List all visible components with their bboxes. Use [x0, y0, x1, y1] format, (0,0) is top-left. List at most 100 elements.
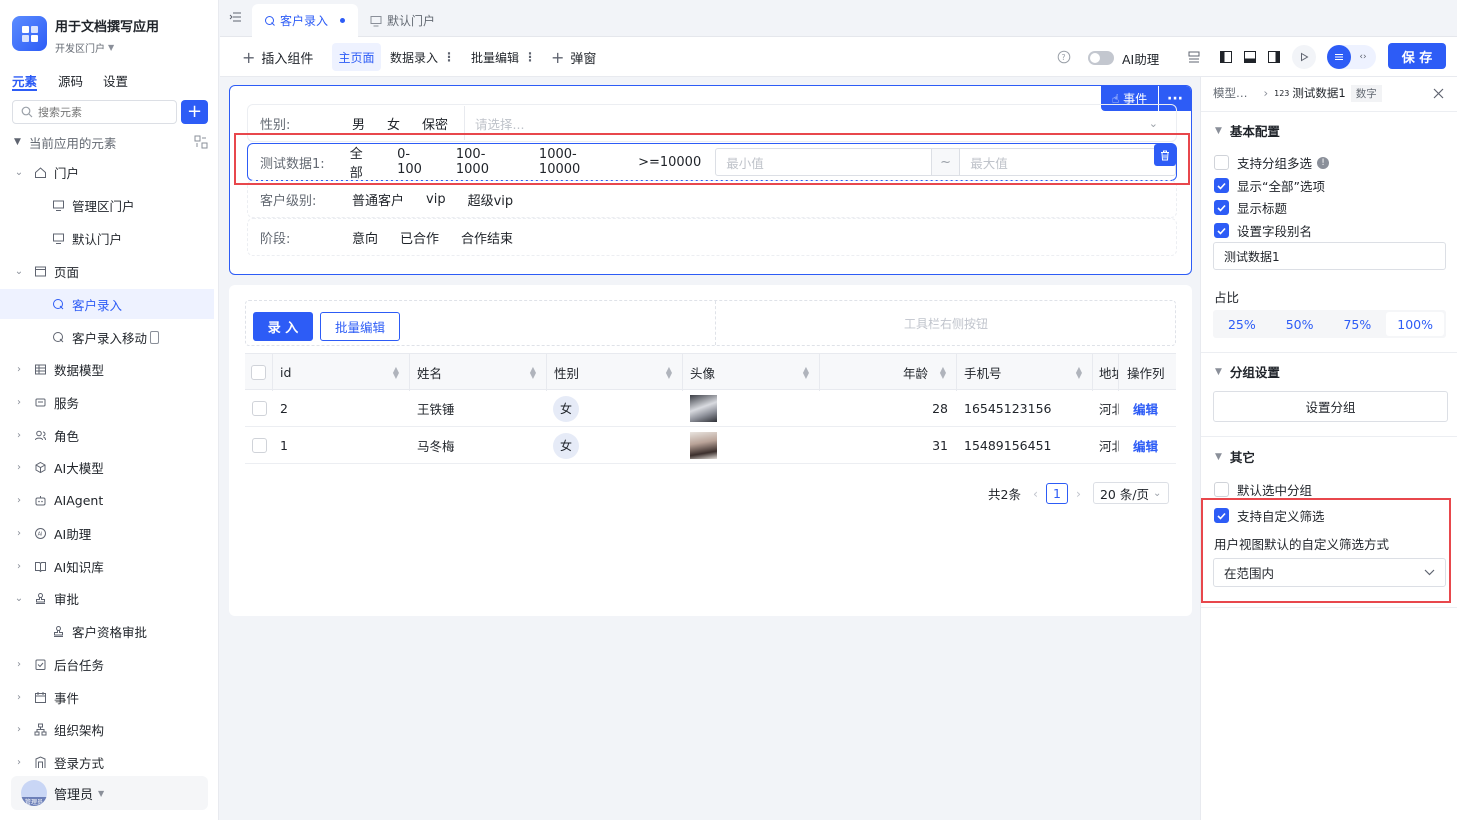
search-box[interactable] — [12, 100, 177, 124]
delete-field-button[interactable] — [1154, 144, 1176, 166]
ratio-option-selected[interactable]: 100% — [1386, 312, 1444, 336]
tree-item-org[interactable]: › 组织架构 — [0, 714, 214, 744]
filter-option[interactable]: 保密 — [422, 114, 448, 133]
set-group-button[interactable]: 设置分组 — [1213, 391, 1448, 422]
popup-button[interactable]: + 弹窗 — [551, 37, 596, 77]
tree-item-ai-knowledge[interactable]: › AI知识库 — [0, 551, 214, 581]
component-tree-icon[interactable] — [1188, 51, 1200, 63]
row-checkbox[interactable] — [251, 438, 267, 453]
option-field-alias[interactable]: 设置字段别名 — [1214, 221, 1312, 240]
tree-item-service[interactable]: › 服务 — [0, 387, 214, 417]
sort-icon[interactable]: ▲ ▼ — [666, 366, 672, 380]
row-checkbox[interactable] — [251, 401, 267, 416]
col-age[interactable]: 年龄 ▲ ▼ — [820, 354, 957, 391]
filter-component[interactable]: ☝ 事件 ··· 性别: 男 女 保密 请选择... ⌄ 测试数据1: 全部 0-1… — [229, 85, 1192, 275]
tree-item-ai-assistant[interactable]: › AI AI助理 — [0, 518, 214, 548]
layout-left-icon[interactable] — [1220, 51, 1232, 63]
tree-item-customer-entry-mobile[interactable]: 客户录入移动 — [0, 322, 214, 352]
tree-item-event[interactable]: › 事件 — [0, 682, 214, 712]
tab-settings[interactable]: 设置 — [103, 71, 128, 90]
tree-item-customer-approval[interactable]: 客户资格审批 — [0, 616, 214, 646]
preview-button[interactable] — [1292, 45, 1316, 69]
user-menu[interactable]: 管理员 管理员 ▼ — [11, 776, 208, 810]
tree-item-ai-agent[interactable]: › AIAgent — [0, 485, 214, 515]
option-show-title[interactable]: 显示标题 — [1214, 198, 1287, 217]
info-icon[interactable]: ! — [1317, 156, 1330, 169]
checkbox[interactable] — [1214, 155, 1229, 170]
filter-option[interactable]: 0-100 — [397, 147, 434, 177]
close-icon[interactable] — [1433, 88, 1444, 99]
col-avatar[interactable]: 头像 ▲ ▼ — [683, 354, 820, 391]
section-group[interactable]: ▼ 分组设置 — [1215, 362, 1280, 381]
tab-customer-entry[interactable]: 客户录入 — [252, 4, 358, 37]
save-button[interactable]: 保 存 — [1388, 43, 1446, 69]
insert-component-button[interactable]: + 插入组件 — [242, 37, 313, 77]
min-value-input[interactable]: 最小值 — [715, 148, 932, 176]
col-phone[interactable]: 手机号 ▲ ▼ — [957, 354, 1093, 391]
section-other[interactable]: ▼ 其它 — [1215, 447, 1255, 466]
table-row[interactable]: 1 马冬梅 女 31 15489156451 河北 编辑 — [245, 427, 1176, 464]
page-number[interactable]: 1 — [1045, 482, 1068, 504]
tree-item-portal[interactable]: ⌄ 门户 — [0, 157, 214, 187]
checkbox[interactable] — [1214, 482, 1229, 497]
option-default-group[interactable]: 默认选中分组 — [1214, 480, 1312, 499]
checkbox-checked[interactable] — [1214, 200, 1229, 215]
filter-option[interactable]: 1000-10000 — [539, 147, 616, 177]
option-custom-filter[interactable]: 支持自定义筛选 — [1214, 506, 1325, 525]
tree-item-data-model[interactable]: › 数据模型 — [0, 354, 214, 384]
select-all-checkbox[interactable] — [251, 365, 266, 380]
filter-option[interactable]: 合作结束 — [461, 228, 513, 247]
sort-icon[interactable]: ▲ ▼ — [803, 366, 809, 380]
page-size-select[interactable]: 20 条/页 ⌄ — [1092, 482, 1169, 504]
filter-option[interactable]: >=10000 — [638, 155, 701, 170]
tab-elements[interactable]: 元素 — [12, 71, 37, 90]
filter-option[interactable]: 100-1000 — [456, 147, 517, 177]
tree-header[interactable]: ▼ 当前应用的元素 — [14, 134, 208, 151]
ratio-option[interactable]: 50% — [1271, 317, 1329, 332]
sort-icon[interactable]: ▲ ▼ — [530, 366, 536, 380]
col-id[interactable]: id ▲ ▼ — [273, 354, 410, 391]
ai-assistant-toggle[interactable] — [1088, 51, 1114, 65]
tree-item-default-portal[interactable]: 默认门户 — [0, 223, 214, 253]
gender-select[interactable]: 请选择... ⌄ — [464, 106, 1176, 140]
filter-option[interactable]: 女 — [387, 114, 400, 133]
tree-item-customer-entry[interactable]: 客户录入 — [0, 289, 214, 319]
filter-option[interactable]: 普通客户 — [352, 190, 404, 209]
max-value-input[interactable]: 最大值 — [959, 148, 1176, 176]
help-icon[interactable]: ? — [1057, 50, 1071, 64]
tree-item-role[interactable]: › 角色 — [0, 420, 214, 450]
prev-page-icon[interactable]: ‹ — [1033, 486, 1038, 501]
option-multi-select[interactable]: 支持分组多选! — [1214, 153, 1330, 172]
ratio-option[interactable]: 25% — [1213, 317, 1271, 332]
search-input[interactable] — [38, 105, 173, 119]
custom-filter-select[interactable]: 在范围内 — [1213, 558, 1446, 587]
next-page-icon[interactable]: › — [1076, 486, 1081, 501]
edit-link[interactable]: 编辑 — [1133, 390, 1158, 427]
checkbox-checked[interactable] — [1214, 508, 1229, 523]
sort-icon[interactable]: ▲ ▼ — [1076, 366, 1082, 380]
batch-edit-button[interactable]: 批量编辑 ⋮ — [471, 37, 536, 77]
view-mode-switch[interactable]: ‹› — [1327, 45, 1376, 69]
sort-icon[interactable]: ▲ ▼ — [940, 366, 946, 380]
tab-default-portal[interactable]: 默认门户 — [370, 4, 435, 37]
ratio-option[interactable]: 75% — [1329, 317, 1387, 332]
batch-edit-table-button[interactable]: 批量编辑 — [320, 312, 400, 341]
filter-option[interactable]: 男 — [352, 114, 365, 133]
alias-input[interactable]: 测试数据1 — [1213, 242, 1446, 270]
breadcrumb-model[interactable]: 模型… — [1213, 85, 1248, 101]
portal-switcher[interactable]: 开发区门户 ▼ — [55, 40, 114, 55]
layout-right-icon[interactable] — [1268, 51, 1280, 63]
tree-item-login[interactable]: › 登录方式 — [0, 747, 214, 777]
sort-icon[interactable]: ▲ ▼ — [393, 366, 399, 380]
main-page-button[interactable]: 主页面 — [332, 43, 381, 71]
option-show-all[interactable]: 显示“全部”选项 — [1214, 176, 1325, 195]
col-name[interactable]: 姓名 ▲ ▼ — [410, 354, 547, 391]
section-basic[interactable]: ▼ 基本配置 — [1215, 121, 1280, 140]
filter-option[interactable]: 超级vip — [468, 190, 514, 209]
design-mode-icon[interactable] — [1327, 45, 1351, 69]
filter-icon[interactable] — [194, 135, 208, 149]
table-row[interactable]: 2 王铁锤 女 28 16545123156 河北 编辑 — [245, 390, 1176, 427]
code-mode-icon[interactable]: ‹› — [1351, 45, 1375, 69]
filter-option[interactable]: 全部 — [350, 143, 375, 181]
col-gender[interactable]: 性别 ▲ ▼ — [547, 354, 683, 391]
